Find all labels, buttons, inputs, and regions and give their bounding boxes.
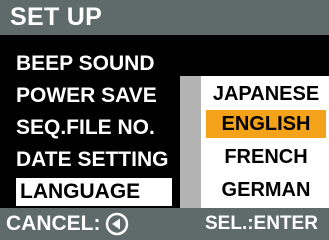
cancel-hint[interactable]: CANCEL: (6, 212, 129, 236)
language-option-japanese[interactable]: JAPANESE (206, 80, 326, 108)
language-option-german[interactable]: GERMAN (206, 176, 326, 204)
cancel-label: CANCEL: (6, 212, 101, 235)
title-bar: SET UP (0, 0, 329, 35)
left-arrow-circle-icon (105, 212, 129, 236)
setup-menu-screen: SET UP BEEP SOUND POWER SAVE SEQ.FILE NO… (0, 0, 329, 240)
submenu-scrollbar[interactable] (180, 76, 201, 208)
menu-item-language[interactable]: LANGUAGE (16, 178, 172, 206)
language-option-english[interactable]: ENGLISH (206, 110, 326, 138)
menu-item-seq-file-no[interactable]: SEQ.FILE NO. (16, 114, 155, 142)
menu-item-beep-sound[interactable]: BEEP SOUND (16, 50, 154, 78)
screen-title: SET UP (10, 3, 103, 31)
select-hint[interactable]: SEL.:ENTER (205, 212, 318, 236)
menu-item-power-save[interactable]: POWER SAVE (16, 82, 157, 110)
menu-item-date-setting[interactable]: DATE SETTING (16, 146, 168, 174)
language-option-french[interactable]: FRENCH (206, 143, 326, 171)
